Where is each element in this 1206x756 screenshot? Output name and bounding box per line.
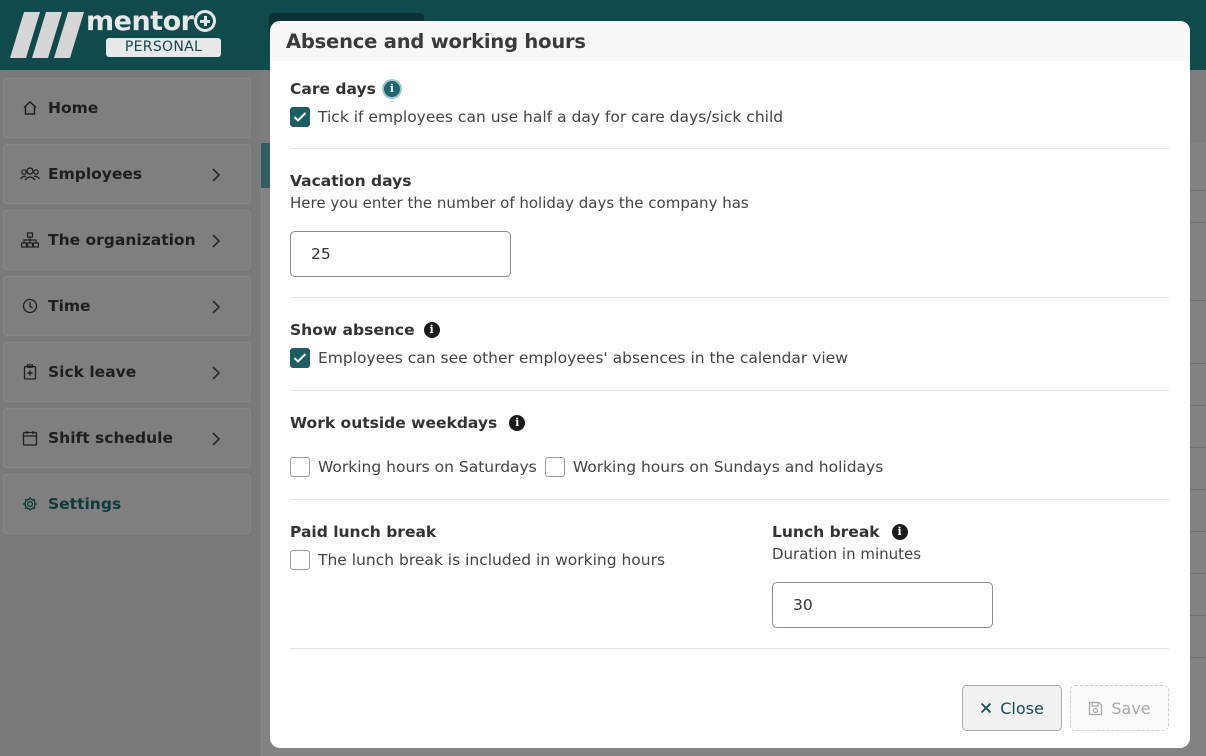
lunch-break-description: Duration in minutes: [772, 545, 922, 563]
divider: [290, 390, 1169, 391]
home-icon: [20, 98, 40, 118]
vacation-days-input[interactable]: [290, 231, 511, 277]
vacation-days-section: Vacation days: [290, 171, 1169, 190]
vacation-days-description: Here you enter the number of holiday day…: [290, 194, 749, 212]
care-days-checkbox[interactable]: [290, 107, 310, 127]
gear-icon: [20, 494, 40, 514]
sidebar-item-label: Settings: [48, 495, 122, 513]
sidebar-item-time[interactable]: Time: [3, 276, 251, 336]
show-absence-option[interactable]: Employees can see other employees' absen…: [290, 348, 1169, 368]
paid-lunch-break-heading: Paid lunch break: [290, 523, 437, 541]
paid-lunch-break-checkbox[interactable]: [290, 550, 310, 570]
lunch-break-minutes-input[interactable]: [772, 582, 993, 628]
chevron-right-icon: [212, 234, 221, 248]
sidebar-item-shift-schedule[interactable]: Shift schedule: [3, 408, 251, 468]
lunch-break-section: Lunch break i: [772, 522, 1169, 541]
sidebar-item-sick-leave[interactable]: Sick leave: [3, 342, 251, 402]
save-button-label: Save: [1111, 698, 1151, 718]
work-outside-weekdays-section: Work outside weekdays i: [290, 413, 1169, 432]
care-days-option[interactable]: Tick if employees can use half a day for…: [290, 107, 1169, 127]
sidebar-item-home[interactable]: Home: [3, 78, 251, 138]
logo-mark-icon: [10, 12, 84, 58]
show-absence-heading: Show absence: [290, 321, 415, 339]
info-icon[interactable]: i: [891, 524, 908, 540]
care-days-heading: Care days: [290, 80, 376, 98]
show-absence-section: Show absence i: [290, 320, 1169, 339]
sidebar-item-settings[interactable]: Settings: [3, 474, 251, 534]
dialog-header: Absence and working hours: [270, 21, 1190, 61]
calendar-icon: [20, 428, 40, 448]
chevron-right-icon: [212, 432, 221, 446]
chevron-right-icon: [212, 366, 221, 380]
show-absence-checkbox[interactable]: [290, 348, 310, 368]
info-icon[interactable]: i: [383, 81, 400, 97]
save-icon: [1088, 701, 1103, 716]
saturdays-option[interactable]: Working hours on Saturdays: [290, 457, 537, 477]
medical-icon: [20, 362, 40, 382]
logo-subtitle: PERSONAL: [106, 38, 221, 57]
divider: [290, 297, 1169, 298]
sidebar-item-label: The organization: [48, 231, 196, 249]
care-days-section: Care days i: [290, 79, 1169, 98]
sidebar: Home Employees The organization Time Sic…: [0, 70, 260, 756]
sundays-holidays-checkbox[interactable]: [544, 457, 565, 477]
close-icon: [980, 702, 992, 714]
sidebar-item-label: Home: [48, 99, 99, 117]
sidebar-item-label: Sick leave: [48, 363, 137, 381]
close-button-label: Close: [1000, 698, 1044, 718]
saturdays-checkbox[interactable]: [290, 457, 310, 477]
logo-plus-icon: [194, 10, 217, 32]
lunch-break-heading: Lunch break: [772, 523, 880, 541]
close-button[interactable]: Close: [962, 685, 1062, 731]
paid-lunch-break-section: Paid lunch break: [290, 522, 730, 541]
logo-word: mentor: [86, 6, 194, 37]
sidebar-item-label: Employees: [48, 165, 143, 183]
work-outside-weekdays-heading: Work outside weekdays: [290, 414, 498, 432]
care-days-checkbox-label: Tick if employees can use half a day for…: [318, 108, 784, 126]
chevron-right-icon: [212, 300, 221, 314]
chevron-right-icon: [212, 168, 221, 182]
sidebar-item-label: Shift schedule: [48, 429, 173, 447]
saturdays-checkbox-label: Working hours on Saturdays: [318, 458, 537, 476]
mentor-logo[interactable]: mentor PERSONAL: [10, 6, 222, 60]
absence-working-hours-dialog: Absence and working hours Care days i Ti…: [270, 21, 1190, 748]
show-absence-checkbox-label: Employees can see other employees' absen…: [318, 349, 848, 367]
divider: [290, 148, 1169, 149]
sundays-holidays-checkbox-label: Working hours on Sundays and holidays: [572, 458, 884, 476]
checkmark-icon: [293, 112, 307, 122]
sidebar-item-employees[interactable]: Employees: [3, 144, 251, 204]
save-button[interactable]: Save: [1070, 685, 1169, 731]
clock-icon: [20, 296, 40, 316]
divider: [290, 648, 1169, 649]
sidebar-item-label: Time: [48, 297, 91, 315]
paid-lunch-break-option[interactable]: The lunch break is included in working h…: [290, 550, 730, 570]
org-chart-icon: [20, 230, 40, 250]
users-icon: [20, 164, 40, 184]
sundays-holidays-option[interactable]: Working hours on Sundays and holidays: [544, 457, 884, 477]
vacation-days-heading: Vacation days: [290, 172, 412, 190]
divider: [290, 499, 1169, 500]
info-icon[interactable]: i: [509, 415, 526, 431]
paid-lunch-break-checkbox-label: The lunch break is included in working h…: [318, 551, 666, 569]
checkmark-icon: [293, 353, 307, 363]
sidebar-item-organization[interactable]: The organization: [3, 210, 251, 270]
dialog-title: Absence and working hours: [286, 29, 586, 53]
info-icon[interactable]: i: [423, 322, 440, 338]
